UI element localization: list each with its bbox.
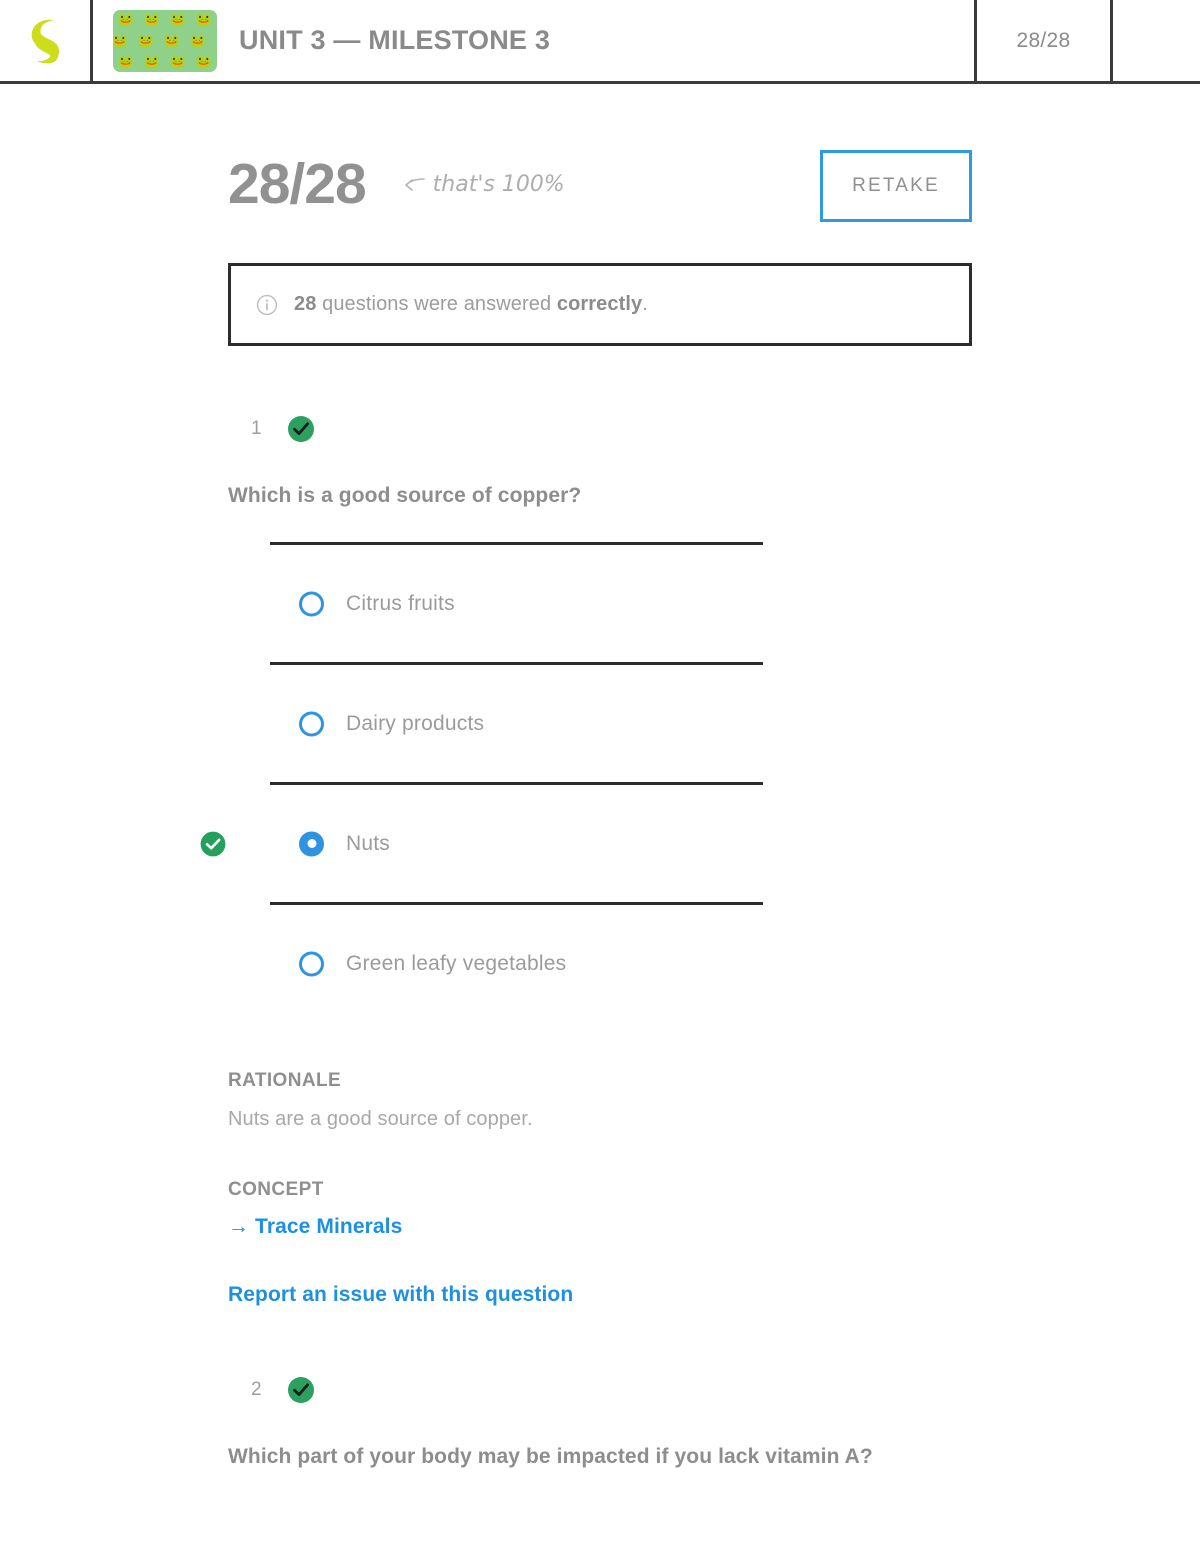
frog-icon: 🐸 xyxy=(117,53,135,69)
results-info-text: 28 questions were answered correctly. xyxy=(294,293,648,316)
radio-button[interactable] xyxy=(299,711,324,736)
frog-icon: 🐸 xyxy=(137,32,155,48)
check-circle-icon xyxy=(287,1376,315,1404)
curved-left-arrow-icon xyxy=(402,175,426,195)
page-title: UNIT 3 — MILESTONE 3 xyxy=(239,25,551,55)
app-header: 🐸 🐸 🐸 🐸 🐸 🐸 🐸 🐸 🐸 🐸 🐸 🐸 UNIT 3 — MILESTO… xyxy=(0,0,1200,84)
course-title-cell[interactable]: 🐸 🐸 🐸 🐸 🐸 🐸 🐸 🐸 🐸 🐸 🐸 🐸 UNIT 3 — MILESTO… xyxy=(93,0,977,81)
score-annotation-text: that's 100% xyxy=(432,172,565,197)
results-info-banner: 28 questions were answered correctly. xyxy=(228,263,972,346)
frog-icon: 🐸 xyxy=(169,53,187,69)
answer-option-label: Green leafy vegetables xyxy=(346,951,567,975)
frog-icon: 🐸 xyxy=(113,32,129,48)
retake-button[interactable]: RETAKE xyxy=(820,150,972,222)
check-circle-icon xyxy=(287,415,315,443)
answer-option[interactable]: Nuts xyxy=(200,782,763,902)
question-header: 2 xyxy=(228,1375,972,1405)
question-header: 1 xyxy=(228,414,972,444)
radio-button-selected[interactable] xyxy=(299,831,324,856)
answer-option[interactable]: Citrus fruits xyxy=(270,542,763,662)
answer-option-label: Dairy products xyxy=(346,711,485,735)
radio-button[interactable] xyxy=(299,951,324,976)
frog-icon: 🐸 xyxy=(143,53,161,69)
score-annotation: that's 100% xyxy=(402,172,565,197)
concept-heading: CONCEPT xyxy=(228,1179,324,1200)
frog-icon: 🐸 xyxy=(195,12,213,28)
frog-icon: 🐸 xyxy=(189,32,207,48)
score-row: 28/28 that's 100% RETAKE xyxy=(0,150,1200,240)
answer-option[interactable]: Dairy products xyxy=(270,662,763,782)
question-block: 1 Which is a good source of copper? Citr… xyxy=(0,414,1200,1307)
info-count: 28 xyxy=(294,293,317,315)
header-menu-cell[interactable] xyxy=(1113,0,1200,81)
radio-button[interactable] xyxy=(299,591,324,616)
sophia-logo xyxy=(28,16,62,66)
frog-icon: 🐸 xyxy=(117,12,135,28)
answer-option[interactable]: Green leafy vegetables xyxy=(270,902,763,1022)
frog-icon: 🐸 xyxy=(143,12,161,28)
milestone-results-page: 🐸 🐸 🐸 🐸 🐸 🐸 🐸 🐸 🐸 🐸 🐸 🐸 UNIT 3 — MILESTO… xyxy=(0,0,1200,1553)
answer-options: Citrus fruits Dairy products Nuts Green … xyxy=(200,542,972,1022)
question-block: 2 Which part of your body may be impacte… xyxy=(0,1375,1200,1469)
question-number: 1 xyxy=(251,418,262,439)
concept-link-label: Trace Minerals xyxy=(255,1215,403,1238)
thumbnail-pattern: 🐸 🐸 🐸 🐸 🐸 🐸 🐸 🐸 🐸 🐸 🐸 🐸 xyxy=(113,10,217,72)
frog-pattern-thumbnail: 🐸 🐸 🐸 🐸 🐸 🐸 🐸 🐸 🐸 🐸 🐸 🐸 xyxy=(113,9,217,72)
total-score: 28/28 xyxy=(228,152,367,216)
frog-icon: 🐸 xyxy=(169,12,187,28)
arrow-right-icon: → xyxy=(228,1215,250,1238)
question-prompt: Which is a good source of copper? xyxy=(228,484,582,507)
rationale-heading: RATIONALE xyxy=(228,1070,342,1091)
question-prompt: Which part of your body may be impacted … xyxy=(228,1445,873,1468)
correct-answer-badge-icon xyxy=(200,831,226,857)
info-circle-icon xyxy=(256,294,278,316)
answer-option-label: Nuts xyxy=(346,831,390,855)
info-end: . xyxy=(642,293,648,315)
info-middle: questions were answered xyxy=(316,293,557,315)
info-emphasis: correctly xyxy=(556,293,643,315)
concept-link[interactable]: → Trace Minerals xyxy=(228,1215,402,1239)
question-number: 2 xyxy=(251,1379,262,1400)
report-issue-link[interactable]: Report an issue with this question xyxy=(228,1283,573,1307)
answer-option-label: Citrus fruits xyxy=(346,591,455,615)
frog-icon: 🐸 xyxy=(163,32,181,48)
rationale-body: Nuts are a good source of copper. xyxy=(228,1108,533,1130)
logo-cell[interactable] xyxy=(0,0,93,81)
header-score: 28/28 xyxy=(977,0,1113,81)
frog-icon: 🐸 xyxy=(195,53,213,69)
results-content: 28/28 that's 100% RETAKE 28 questions we… xyxy=(0,150,1200,1469)
